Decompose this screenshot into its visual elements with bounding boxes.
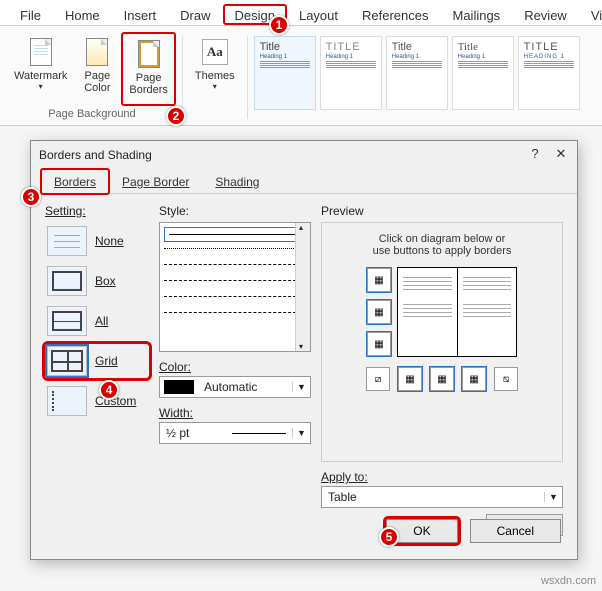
preview-column: Preview Click on diagram below or use bu… xyxy=(321,204,563,506)
setting-custom[interactable]: Custom xyxy=(45,384,149,418)
ribbon-body: Watermark ▾ Page Color Page Borders Page… xyxy=(0,26,602,126)
none-icon xyxy=(47,226,87,256)
style-scrollbar[interactable] xyxy=(295,223,310,351)
tab-references[interactable]: References xyxy=(350,4,440,25)
preview-box: Click on diagram below or use buttons to… xyxy=(321,222,563,462)
watermark-text: wsxdn.com xyxy=(541,575,596,587)
color-label: Color: xyxy=(159,360,311,374)
border-left-toggle[interactable]: ▦ xyxy=(398,367,422,391)
ribbon-tabs: File Home Insert Draw Design Layout Refe… xyxy=(0,0,602,26)
themes-button[interactable]: Aa Themes ▾ xyxy=(189,32,241,106)
cancel-button[interactable]: Cancel xyxy=(470,519,561,543)
page-color-button[interactable]: Page Color xyxy=(73,32,121,106)
group-page-background: Watermark ▾ Page Color Page Borders Page… xyxy=(4,32,180,123)
border-right-toggle[interactable]: ▦ xyxy=(462,367,486,391)
dialog-titlebar: Borders and Shading ? ✕ xyxy=(31,141,577,169)
doc-style-3[interactable]: Title Heading 1 xyxy=(386,36,448,110)
borders-shading-dialog: Borders and Shading ? ✕ Borders Page Bor… xyxy=(30,140,578,560)
border-mid-v-toggle[interactable]: ▦ xyxy=(430,367,454,391)
border-bottom-toggle[interactable]: ▦ xyxy=(367,332,391,356)
box-icon xyxy=(47,266,87,296)
page-borders-button[interactable]: Page Borders xyxy=(121,32,176,106)
custom-icon xyxy=(47,386,87,416)
tab-shading[interactable]: Shading xyxy=(202,169,272,193)
setting-none[interactable]: None xyxy=(45,224,149,258)
tab-draw[interactable]: Draw xyxy=(168,4,222,25)
tab-insert[interactable]: Insert xyxy=(112,4,169,25)
border-top-toggle[interactable]: ▦ xyxy=(367,268,391,292)
help-button[interactable]: ? xyxy=(527,147,543,163)
chevron-down-icon: ▼ xyxy=(292,428,310,438)
style-header: Style: xyxy=(159,204,311,218)
tab-borders[interactable]: Borders xyxy=(41,169,109,194)
preview-hint: Click on diagram below or use buttons to… xyxy=(330,233,554,257)
watermark-button[interactable]: Watermark ▾ xyxy=(8,32,73,106)
dialog-tabs: Borders Page Border Shading xyxy=(31,169,577,194)
close-button[interactable]: ✕ xyxy=(553,147,569,163)
setting-grid[interactable]: Grid xyxy=(45,344,149,378)
style-column: Style: Color: Automatic ▼ Width: ½ pt ▼ xyxy=(159,204,311,506)
doc-style-2[interactable]: TITLE Heading 1 xyxy=(320,36,382,110)
apply-to-label: Apply to: xyxy=(321,470,563,484)
tab-layout[interactable]: Layout xyxy=(287,4,350,25)
border-diag2-toggle[interactable]: ⧅ xyxy=(494,367,518,391)
border-diag1-toggle[interactable]: ⧄ xyxy=(366,367,390,391)
tab-view[interactable]: View xyxy=(579,4,602,25)
doc-style-5[interactable]: TITLE HEADING 1 xyxy=(518,36,580,110)
tab-file[interactable]: File xyxy=(8,4,53,25)
style-listbox[interactable] xyxy=(159,222,311,352)
document-style-gallery[interactable]: Title Heading 1 TITLE Heading 1 Title He… xyxy=(250,32,580,123)
watermark-icon xyxy=(30,38,52,66)
themes-icon: Aa xyxy=(202,39,228,65)
apply-to-dropdown[interactable]: Table ▼ xyxy=(321,486,563,508)
doc-style-1[interactable]: Title Heading 1 xyxy=(254,36,316,110)
width-label: Width: xyxy=(159,406,311,420)
tab-design[interactable]: Design xyxy=(223,4,287,25)
all-icon xyxy=(47,306,87,336)
setting-box[interactable]: Box xyxy=(45,264,149,298)
width-dropdown[interactable]: ½ pt ▼ xyxy=(159,422,311,444)
tab-review[interactable]: Review xyxy=(512,4,579,25)
dialog-title: Borders and Shading xyxy=(39,148,152,162)
grid-icon xyxy=(47,346,87,376)
tab-home[interactable]: Home xyxy=(53,4,112,25)
preview-header: Preview xyxy=(321,204,563,218)
page-borders-icon xyxy=(138,40,160,68)
ok-button[interactable]: OK xyxy=(386,519,457,543)
group-label: Page Background xyxy=(48,106,135,120)
preview-diagram[interactable] xyxy=(397,267,517,357)
color-swatch xyxy=(164,380,194,394)
setting-all[interactable]: All xyxy=(45,304,149,338)
color-dropdown[interactable]: Automatic ▼ xyxy=(159,376,311,398)
border-mid-h-toggle[interactable]: ▦ xyxy=(367,300,391,324)
group-themes: Aa Themes ▾ xyxy=(185,32,245,123)
page-color-icon xyxy=(86,38,108,66)
chevron-down-icon: ▼ xyxy=(544,492,562,502)
setting-column: Setting: None Box All Grid Custo xyxy=(45,204,149,506)
tab-mailings[interactable]: Mailings xyxy=(441,4,513,25)
chevron-down-icon: ▼ xyxy=(292,382,310,392)
setting-header: Setting: xyxy=(45,204,149,218)
doc-style-4[interactable]: Title Heading 1 xyxy=(452,36,514,110)
tab-page-border[interactable]: Page Border xyxy=(109,169,202,193)
